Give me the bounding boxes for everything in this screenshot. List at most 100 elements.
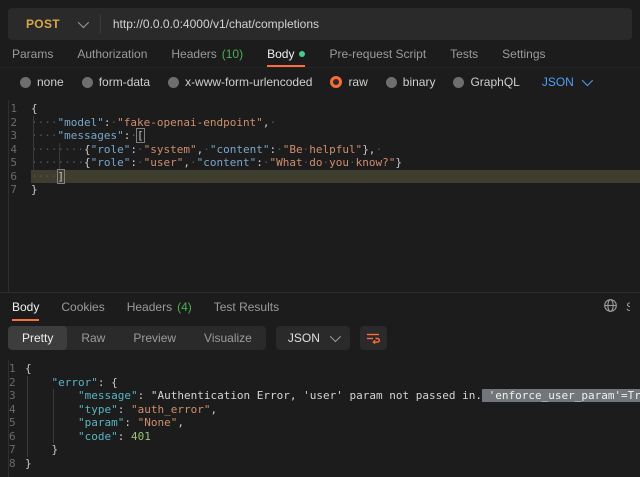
code-line[interactable]: 2 "error": {	[9, 376, 640, 390]
tab-authorization[interactable]: Authorization	[77, 40, 147, 67]
response-toolbar: Pretty Raw Preview Visualize JSON	[0, 321, 640, 356]
tab-tests[interactable]: Tests	[450, 40, 478, 67]
code-token: {	[84, 156, 91, 169]
code-token: "What	[269, 156, 302, 169]
code-token: :	[256, 156, 263, 169]
code-token: "user"	[144, 156, 184, 169]
response-format-dropdown[interactable]: JSON	[276, 326, 350, 350]
tab-params[interactable]: Params	[12, 40, 53, 67]
tab-prerequest-script[interactable]: Pre-request Script	[329, 40, 426, 67]
method-label: POST	[26, 17, 60, 31]
view-preview-button[interactable]: Preview	[119, 326, 190, 350]
globe-icon[interactable]	[603, 298, 618, 316]
code-content: ········{"role":·"user",·"content":·"Wha…	[31, 156, 640, 170]
code-line[interactable]: 5········{"role":·"user",·"content":·"Wh…	[9, 156, 640, 170]
code-token: :	[130, 143, 137, 156]
bodytype-form-data[interactable]: form-data	[82, 75, 150, 89]
bodytype-graphql[interactable]: GraphQL	[453, 75, 519, 89]
response-tab-headers[interactable]: Headers(4)	[127, 293, 192, 321]
response-tab-headers-label: Headers	[127, 300, 172, 314]
view-visualize-button[interactable]: Visualize	[190, 326, 266, 350]
code-token: "error"	[52, 376, 98, 389]
chevron-down-icon	[582, 75, 593, 86]
code-token	[25, 443, 52, 456]
code-token: ········	[31, 156, 84, 169]
response-tab-body[interactable]: Body	[12, 293, 39, 321]
code-line[interactable]: 3····"messages":·[	[9, 129, 640, 143]
code-line[interactable]: 4········{"role":·"system",·"content":·"…	[9, 143, 640, 157]
tab-settings[interactable]: Settings	[502, 40, 545, 67]
request-url-bar: POST http://0.0.0.0:4000/v1/chat/complet…	[8, 8, 632, 40]
code-token: "role"	[91, 143, 131, 156]
code-content: {	[31, 102, 640, 116]
code-token: "role"	[91, 156, 131, 169]
code-line[interactable]: 5 "param": "None",	[9, 416, 640, 430]
code-token: ·	[349, 156, 356, 169]
response-tab-cookies[interactable]: Cookies	[61, 293, 104, 321]
code-line[interactable]: 7 }	[9, 443, 640, 457]
tab-settings-label: Settings	[502, 47, 545, 61]
indent-guide	[27, 376, 28, 390]
bodytype-urlencoded-label: x-www-form-urlencoded	[185, 75, 312, 89]
chevron-down-icon	[78, 17, 89, 28]
bodytype-binary-label: binary	[403, 75, 436, 89]
code-token: you	[329, 156, 349, 169]
code-token: [	[137, 129, 144, 142]
code-token: "None"	[138, 416, 178, 429]
code-content: "code": 401	[25, 430, 640, 444]
bodytype-none[interactable]: none	[20, 75, 64, 89]
code-token: ]	[58, 170, 65, 183]
code-token: ·	[375, 143, 382, 156]
code-token: "content"	[210, 143, 270, 156]
view-raw-button[interactable]: Raw	[67, 326, 119, 350]
code-token: "fake-openai-endpoint"	[117, 116, 263, 129]
indent-guide	[33, 129, 34, 143]
code-token: helpful"	[309, 143, 362, 156]
code-content: "param": "None",	[25, 416, 640, 430]
code-token: ,	[177, 416, 184, 429]
code-token: ·	[203, 143, 210, 156]
code-token: }	[31, 183, 38, 196]
code-content: "error": {	[25, 376, 640, 390]
line-number: 5	[9, 156, 31, 170]
code-token: "code"	[78, 430, 118, 443]
line-number: 1	[9, 362, 25, 376]
code-line[interactable]: 4 "type": "auth_error",	[9, 403, 640, 417]
code-token	[25, 389, 78, 402]
wrap-text-icon	[366, 332, 380, 344]
radio-icon	[168, 77, 179, 88]
line-number: 7	[9, 443, 25, 457]
code-token: ····	[31, 129, 58, 142]
code-line[interactable]: 6····]	[9, 170, 640, 184]
bodytype-binary[interactable]: binary	[386, 75, 436, 89]
tab-body[interactable]: Body	[267, 40, 305, 67]
bodytype-raw[interactable]: raw	[330, 75, 367, 89]
code-line[interactable]: 6 "code": 401	[9, 430, 640, 444]
wrap-text-button[interactable]	[360, 326, 387, 350]
url-input[interactable]: http://0.0.0.0:4000/v1/chat/completions	[101, 17, 632, 31]
bodytype-raw-label: raw	[348, 75, 367, 89]
code-line[interactable]: 7}	[9, 183, 640, 197]
request-body-editor[interactable]: 1{2····"model":·"fake-openai-endpoint",·…	[8, 100, 640, 292]
view-pretty-button[interactable]: Pretty	[8, 326, 67, 350]
code-line[interactable]: 8}	[9, 457, 640, 471]
bodytype-urlencoded[interactable]: x-www-form-urlencoded	[168, 75, 312, 89]
radio-icon	[20, 77, 31, 88]
response-body-editor[interactable]: 1{2 "error": {3 "message": "Authenticati…	[8, 360, 640, 477]
tab-headers[interactable]: Headers(10)	[171, 40, 243, 67]
tab-authorization-label: Authorization	[77, 47, 147, 61]
code-line[interactable]: 1{	[9, 362, 640, 376]
response-format-label: JSON	[288, 331, 320, 345]
code-line[interactable]: 2····"model":·"fake-openai-endpoint",·	[9, 116, 640, 130]
code-token: ····	[31, 116, 58, 129]
method-dropdown[interactable]: POST	[8, 17, 100, 31]
raw-format-dropdown[interactable]: JSON	[542, 75, 590, 89]
code-line[interactable]: 1{	[9, 102, 640, 116]
response-tab-test-results[interactable]: Test Results	[214, 293, 279, 321]
code-line[interactable]: 3 "message": "Authentication Error, 'use…	[9, 389, 640, 403]
code-token	[25, 403, 78, 416]
line-number: 1	[9, 102, 31, 116]
code-token: },	[362, 143, 375, 156]
bodytype-formdata-label: form-data	[99, 75, 150, 89]
indent-guide	[53, 430, 54, 444]
